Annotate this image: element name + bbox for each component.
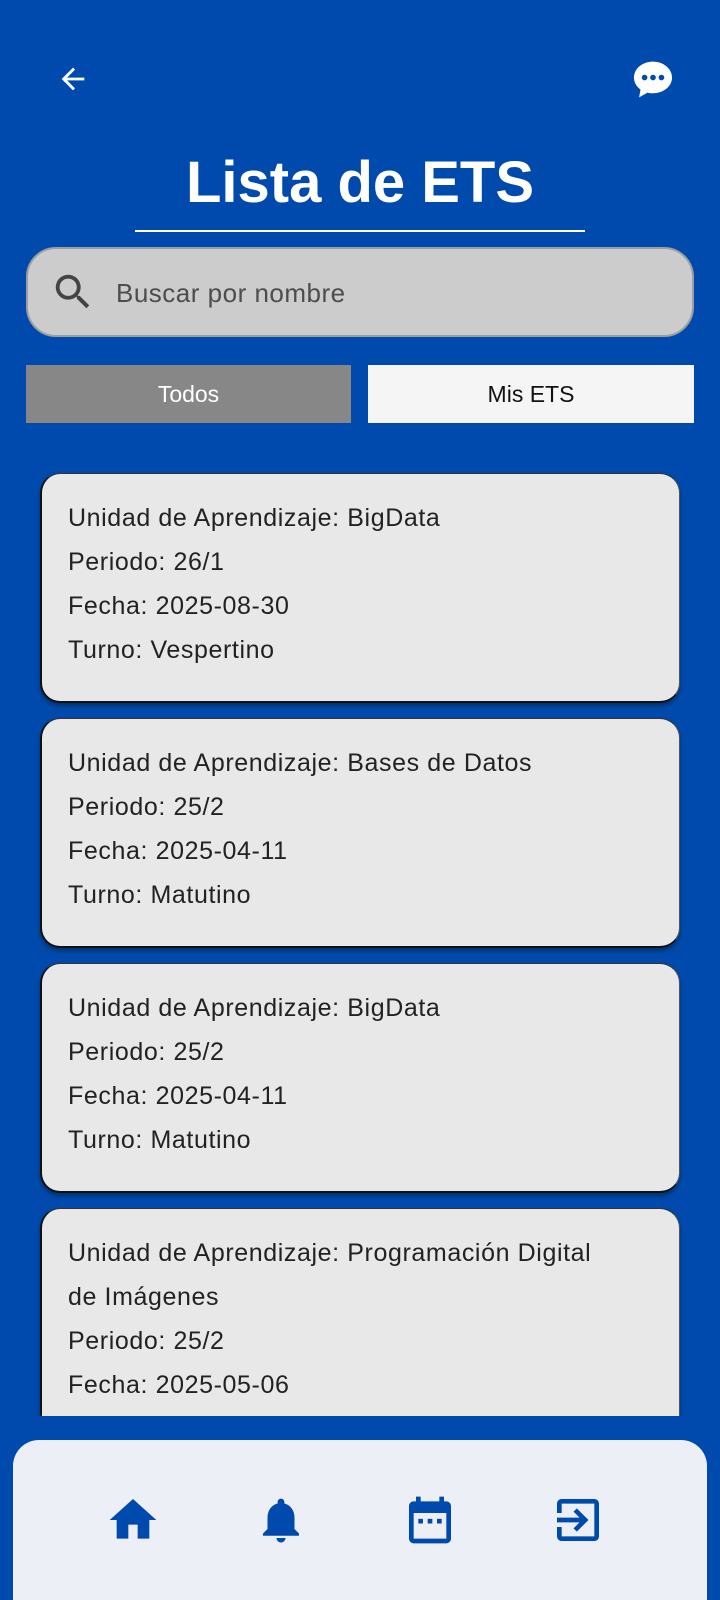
chat-bubble-icon (633, 61, 673, 98)
ets-card[interactable]: Unidad de Aprendizaje: BigData Periodo: … (40, 963, 680, 1193)
arrow-left-icon (61, 67, 85, 91)
tab-mis-ets-label: Mis ETS (487, 380, 575, 407)
ets-periodo: Periodo: 25/2 (68, 1038, 225, 1066)
ets-turno: Turno: Vespertino (68, 636, 275, 664)
tab-todos[interactable]: Todos (26, 365, 351, 423)
nav-logout-button[interactable] (550, 1492, 606, 1548)
ets-periodo: Periodo: 25/2 (68, 1327, 225, 1355)
search-bar[interactable] (26, 247, 694, 337)
nav-home-button[interactable] (105, 1492, 161, 1548)
ets-fecha: Fecha: 2025-04-11 (68, 837, 288, 865)
page-title: Lista de ETS (185, 150, 535, 215)
back-button[interactable] (50, 56, 96, 102)
bottom-navigation-bar (13, 1440, 707, 1600)
ets-turno: Turno: Matutino (68, 881, 252, 909)
chat-button[interactable] (630, 56, 676, 102)
ets-unidad: Unidad de Aprendizaje: Programación Digi… (68, 1239, 592, 1267)
bell-icon (263, 1498, 299, 1543)
ets-unidad-continued: de Imágenes (68, 1283, 220, 1311)
ets-turno: Turno: Matutino (68, 1126, 252, 1154)
top-app-bar (0, 0, 720, 150)
ets-fecha: Fecha: 2025-08-30 (68, 592, 290, 620)
search-input[interactable] (114, 249, 678, 337)
ets-unidad: Unidad de Aprendizaje: BigData (68, 504, 441, 532)
search-icon (55, 274, 90, 309)
ets-fecha: Fecha: 2025-05-06 (68, 1371, 290, 1399)
logout-icon (557, 1499, 599, 1541)
tab-todos-label: Todos (157, 380, 220, 407)
ets-periodo: Periodo: 25/2 (68, 793, 225, 821)
ets-unidad: Unidad de Aprendizaje: Bases de Datos (68, 749, 533, 777)
ets-card[interactable]: Unidad de Aprendizaje: BigData Periodo: … (40, 473, 680, 703)
ets-periodo: Periodo: 26/1 (68, 548, 225, 576)
ets-list[interactable]: Unidad de Aprendizaje: BigData Periodo: … (0, 440, 720, 1416)
ets-card[interactable]: Unidad de Aprendizaje: Programación Digi… (40, 1208, 680, 1416)
ets-fecha: Fecha: 2025-04-11 (68, 1082, 288, 1110)
tab-mis-ets[interactable]: Mis ETS (368, 365, 694, 423)
ets-card[interactable]: Unidad de Aprendizaje: Bases de Datos Pe… (40, 718, 680, 948)
nav-calendar-button[interactable] (402, 1492, 458, 1548)
ets-unidad: Unidad de Aprendizaje: BigData (68, 994, 441, 1022)
nav-notifications-button[interactable] (253, 1492, 309, 1548)
calendar-icon (409, 1496, 451, 1544)
title-divider (135, 230, 585, 232)
home-icon (109, 1499, 157, 1539)
